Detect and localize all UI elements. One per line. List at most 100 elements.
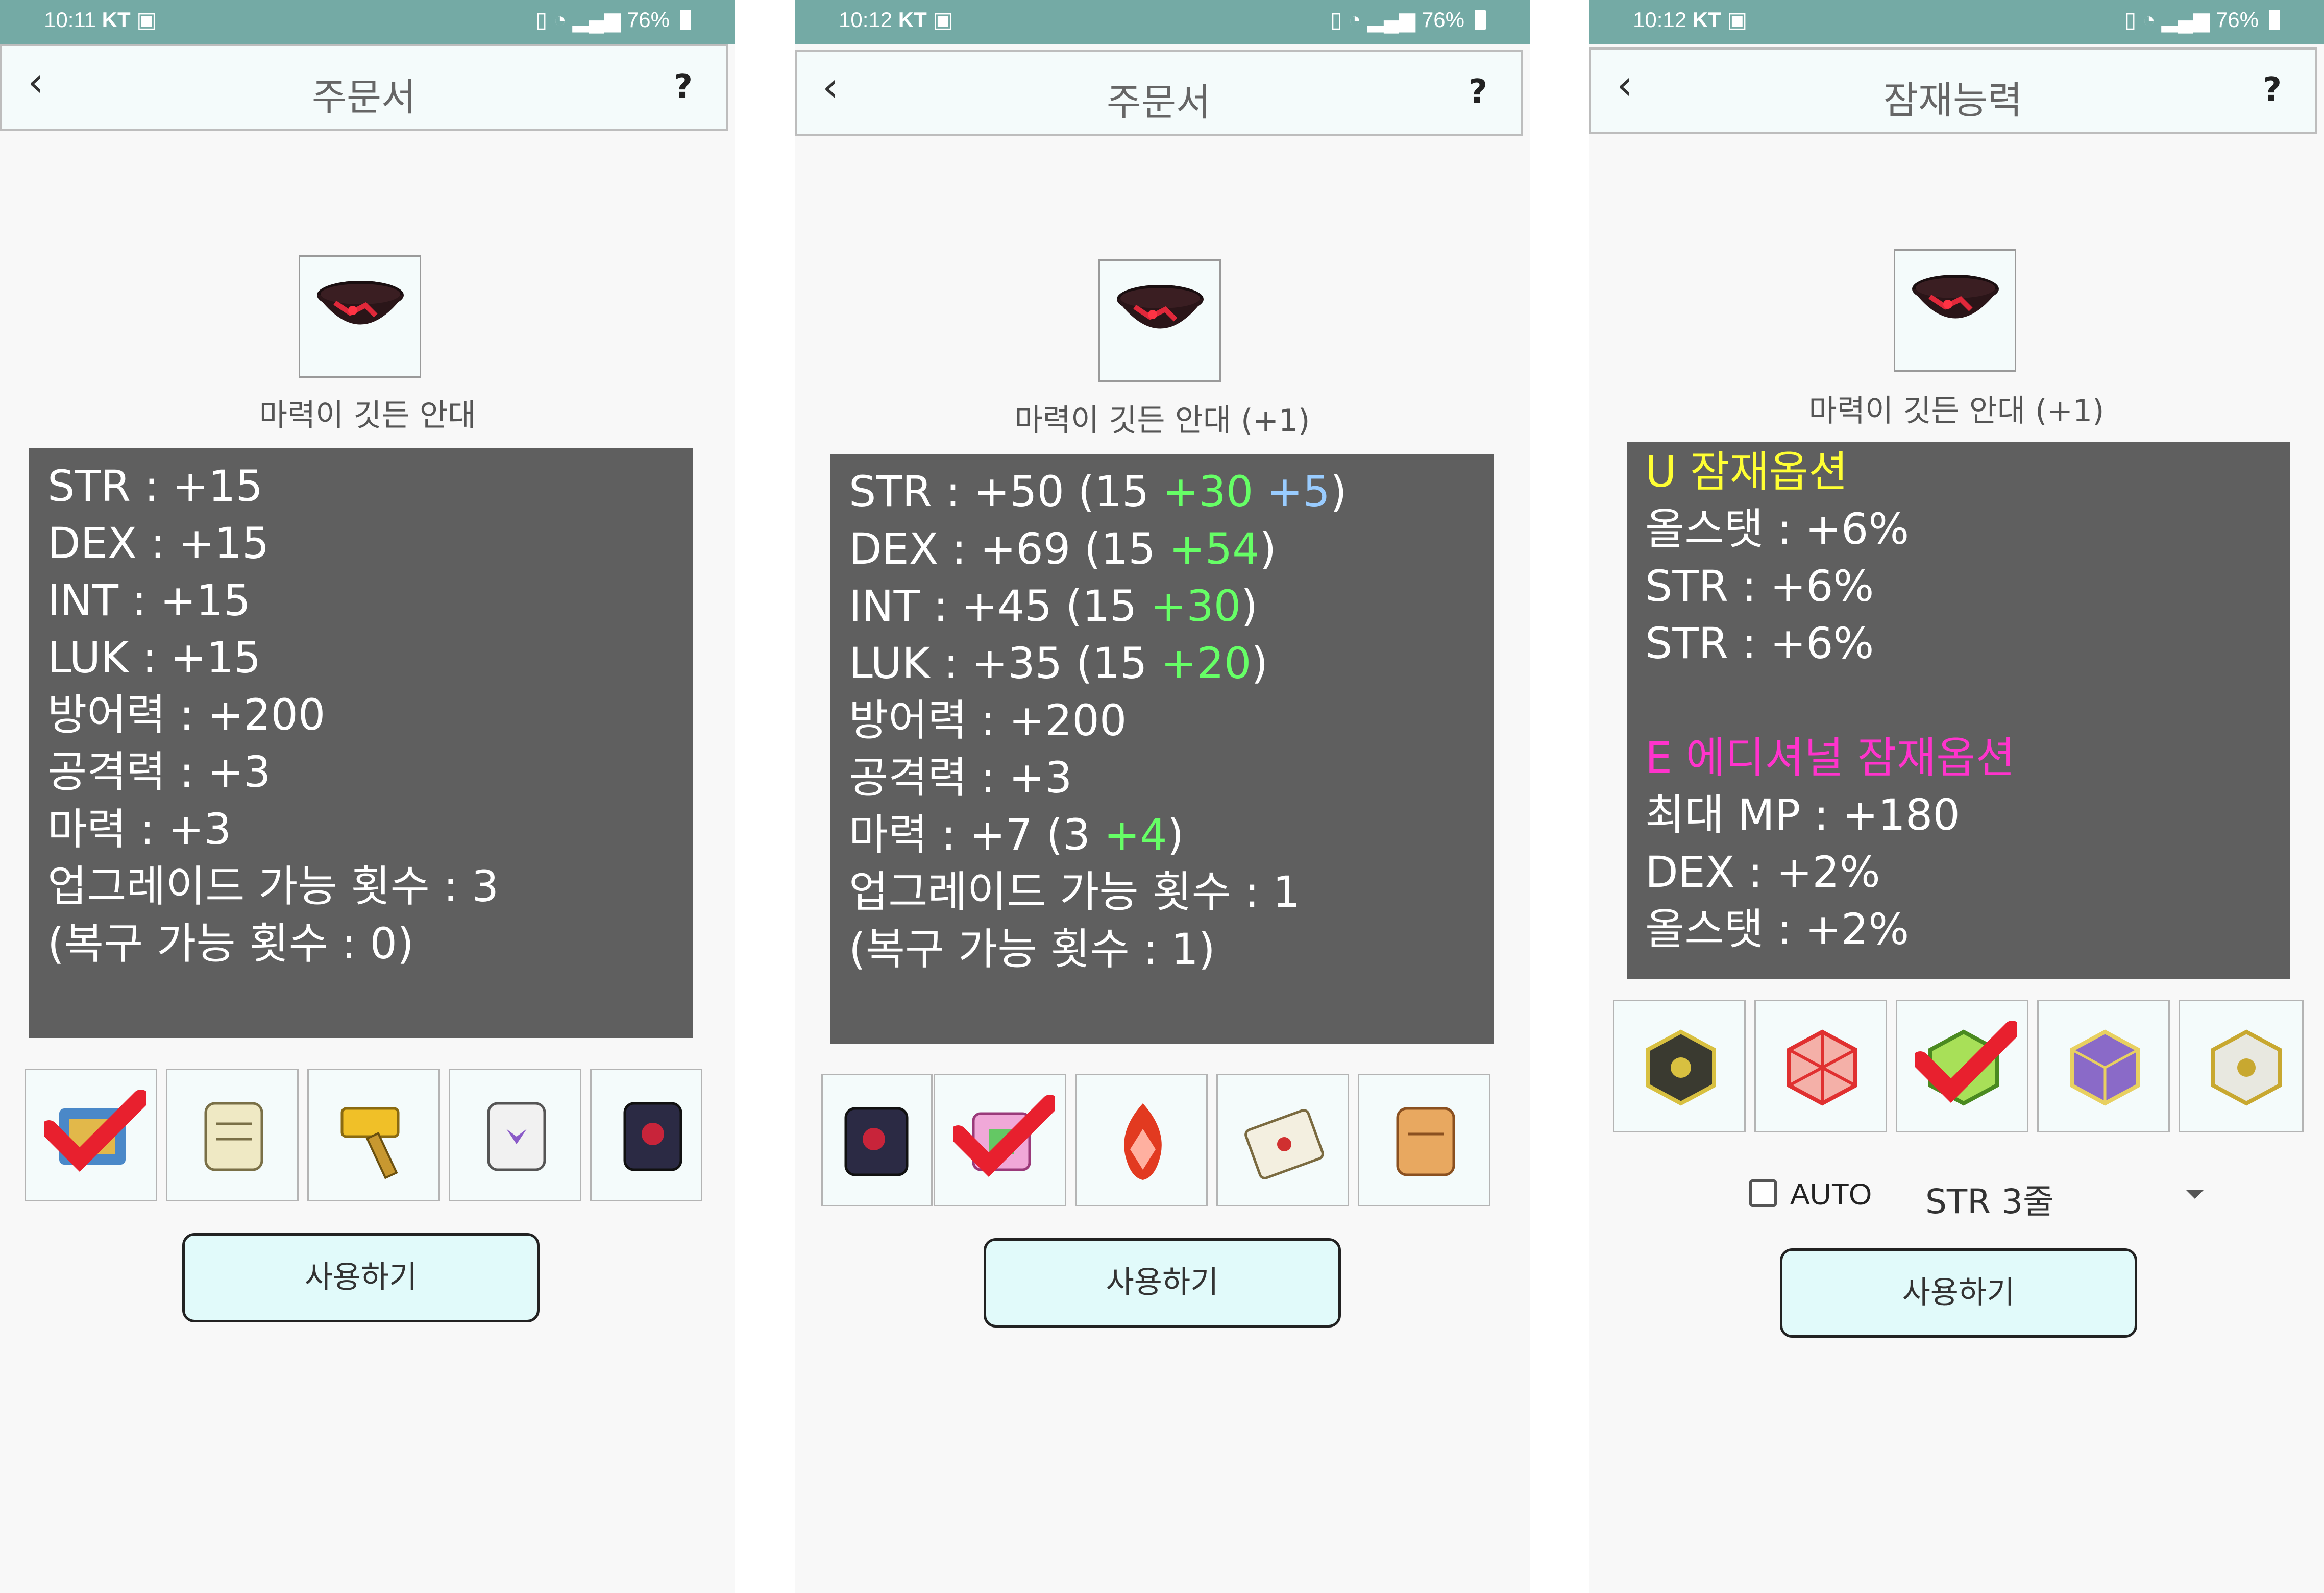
header: ‹ 잠재능력 ? [1589,47,2317,134]
stat-line: STR : +15 [47,461,263,511]
stat-line: 마력 : +7 (3 +4) [849,810,1184,860]
cube-slot-1[interactable] [1613,1000,1746,1132]
help-button[interactable]: ? [674,68,693,106]
item-name: 마력이 깃든 안대 [259,398,476,433]
purple-cube-icon [2070,1029,2140,1106]
header: ‹ 주문서 ? [795,50,1523,136]
old-scroll-icon [1396,1107,1455,1176]
stat-line: 마력 : +3 [47,804,232,854]
stat-line: 공격력 : +3 [849,753,1072,803]
battery-percent: 76% [2215,7,2259,32]
stat-line: (복구 가능 횟수 : 1) [849,924,1215,974]
chaos-scroll-icon [844,1107,909,1176]
scroll-slot-1[interactable] [821,1074,933,1206]
auto-row: AUTO STR 3줄 [1749,1174,2209,1223]
auto-option-select[interactable]: STR 3줄 [1925,1174,2054,1223]
gallery-icon: ▣ [136,8,157,32]
signal-icon: ▂▄▆ [1367,8,1415,32]
clock: 10:11 [44,8,96,32]
chevron-down-icon[interactable] [2186,1190,2204,1199]
battery-percent: 76% [1421,7,1464,32]
use-button[interactable]: 사용하기 [984,1238,1341,1328]
auto-label: AUTO [1790,1178,1872,1211]
stat-line: STR : +50 (15 +30 +5) [849,467,1347,517]
page-title: 잠재능력 [1883,79,2023,123]
stat-line: INT : +45 (15 +30) [849,581,1258,631]
bowl-icon [1912,275,1999,319]
item-icon-box [1894,249,2016,372]
cube-slot-3[interactable] [1896,1000,2028,1132]
stat-line: INT : +15 [47,575,251,625]
black-cube-icon [1646,1029,1716,1106]
red-cube-icon [1787,1029,1857,1106]
innocence-scroll-icon [487,1102,546,1171]
wifi-icon: ◔ [1348,7,1361,32]
signal-icon: ▂▄▆ [2161,8,2210,32]
potential-header: U 잠재옵션 [1645,447,1848,497]
stats-panel: STR : +15 DEX : +15 INT : +15 LUK : +15 … [29,448,693,1038]
stat-line: 올스탯 : +2% [1645,904,1910,954]
stat-line: DEX : +2% [1645,847,1880,897]
stats-panel: U 잠재옵션 올스탯 : +6% STR : +6% STR : +6% E 에… [1627,442,2290,979]
scroll-slot-2[interactable] [166,1069,299,1201]
scroll-slot-4[interactable] [1216,1074,1349,1206]
bowl-icon [317,281,404,325]
use-button[interactable]: 사용하기 [1780,1248,2137,1338]
carrier: KT [898,8,927,32]
wifi-icon: ◔ [2142,7,2156,32]
cube-slot-4[interactable] [2037,1000,2170,1132]
scroll-slot-5[interactable] [1358,1074,1490,1206]
status-bar: 10:11 KT ▣ ▯ ◔ ▂▄▆ 76% [0,0,735,44]
clock: 10:12 [1633,8,1687,32]
cube-slot-5[interactable] [2179,1000,2304,1132]
scroll-slot-3[interactable] [1075,1074,1208,1206]
checkmark-icon [953,1095,1055,1177]
scroll-slot-1[interactable] [25,1069,157,1201]
vibrate-icon: ▯ [2124,8,2137,32]
help-button[interactable]: ? [2263,71,2282,109]
bowl-icon [1117,285,1204,329]
help-button[interactable]: ? [1469,73,1487,111]
scroll-slot-5[interactable] [590,1069,702,1201]
header: ‹ 주문서 ? [0,44,728,131]
stat-line: STR : +6% [1645,561,1874,611]
checkmark-icon [44,1090,146,1172]
gallery-icon: ▣ [933,8,953,32]
scroll-slot-3[interactable] [307,1069,440,1201]
stat-line: LUK : +35 (15 +20) [849,638,1268,688]
scroll-slot-2[interactable] [934,1074,1066,1206]
stat-line: 최대 MP : +180 [1645,790,1960,840]
carrier: KT [1692,8,1721,32]
stats-panel: STR : +50 (15 +30 +5) DEX : +69 (15 +54)… [830,454,1494,1044]
stat-line: 업그레이드 가능 횟수 : 1 [849,867,1301,917]
page-title: 주문서 [311,76,417,119]
stat-line: 업그레이드 가능 횟수 : 3 [47,861,499,911]
fire-crystal-icon [1124,1103,1162,1180]
battery-percent: 76% [626,7,670,32]
stat-line: (복구 가능 횟수 : 0) [47,919,414,969]
status-bar: 10:12 KT ▣ ▯ ◔ ▂▄▆ 76% [795,0,1530,44]
wifi-icon: ◔ [553,7,567,32]
clock: 10:12 [839,8,893,32]
gallery-icon: ▣ [1727,8,1748,32]
screen-1: 10:11 KT ▣ ▯ ◔ ▂▄▆ 76% ‹ 주문서 ? 마력이 깃든 안대 ST… [0,0,735,1593]
stat-line: 올스탯 : +6% [1645,504,1910,554]
scroll-icon [204,1102,263,1171]
signal-icon: ▂▄▆ [572,8,621,32]
chaos-scroll-icon [623,1102,682,1171]
carrier: KT [102,8,131,32]
item-name: 마력이 깃든 안대 (+1) [1014,403,1310,439]
cube-slot-2[interactable] [1754,1000,1887,1132]
hammer-icon [340,1107,400,1179]
stat-line: STR : +6% [1645,618,1874,668]
page-title: 주문서 [1106,81,1211,125]
stat-line: LUK : +15 [47,633,261,683]
scroll-slot-4[interactable] [449,1069,581,1201]
vibrate-icon: ▯ [535,8,548,32]
screen-3: 10:12 KT ▣ ▯ ◔ ▂▄▆ 76% ‹ 잠재능력 ? 마력이 깃든 안대 (… [1589,0,2324,1593]
use-button[interactable]: 사용하기 [182,1233,540,1322]
white-cube-icon [2211,1029,2282,1106]
status-bar: 10:12 KT ▣ ▯ ◔ ▂▄▆ 76% [1589,0,2324,44]
auto-checkbox[interactable] [1749,1179,1777,1207]
battery-icon [2269,9,2280,30]
